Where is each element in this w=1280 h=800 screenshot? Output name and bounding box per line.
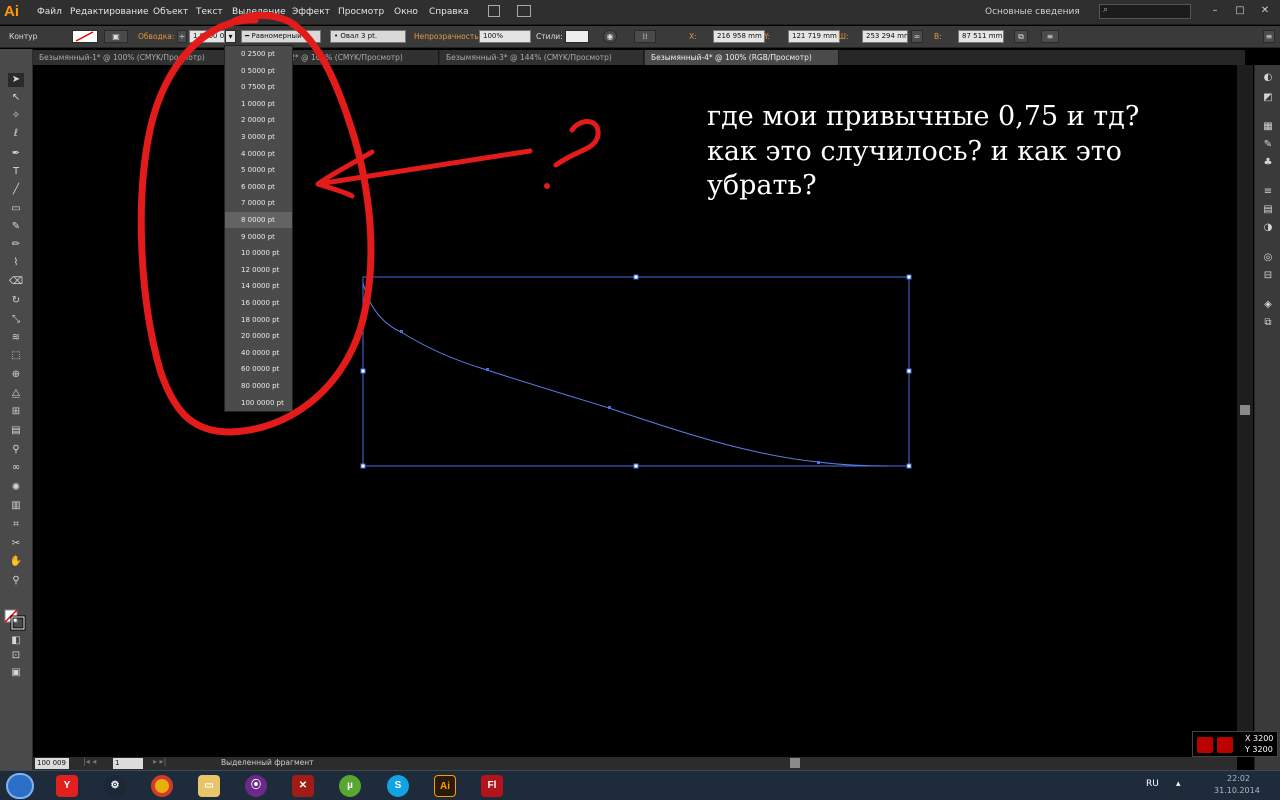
red-marker-annotation (137, 11, 601, 436)
canvas-overlay (137, 11, 912, 469)
selected-path[interactable] (360, 274, 912, 469)
bezier-curve (362, 282, 890, 467)
red-question-mark (553, 119, 601, 168)
red-question-dot (544, 183, 550, 189)
red-circle-stroke (137, 11, 375, 436)
anchor-points (400, 330, 820, 464)
bounding-box (362, 276, 910, 467)
bbox-handles (360, 274, 912, 469)
